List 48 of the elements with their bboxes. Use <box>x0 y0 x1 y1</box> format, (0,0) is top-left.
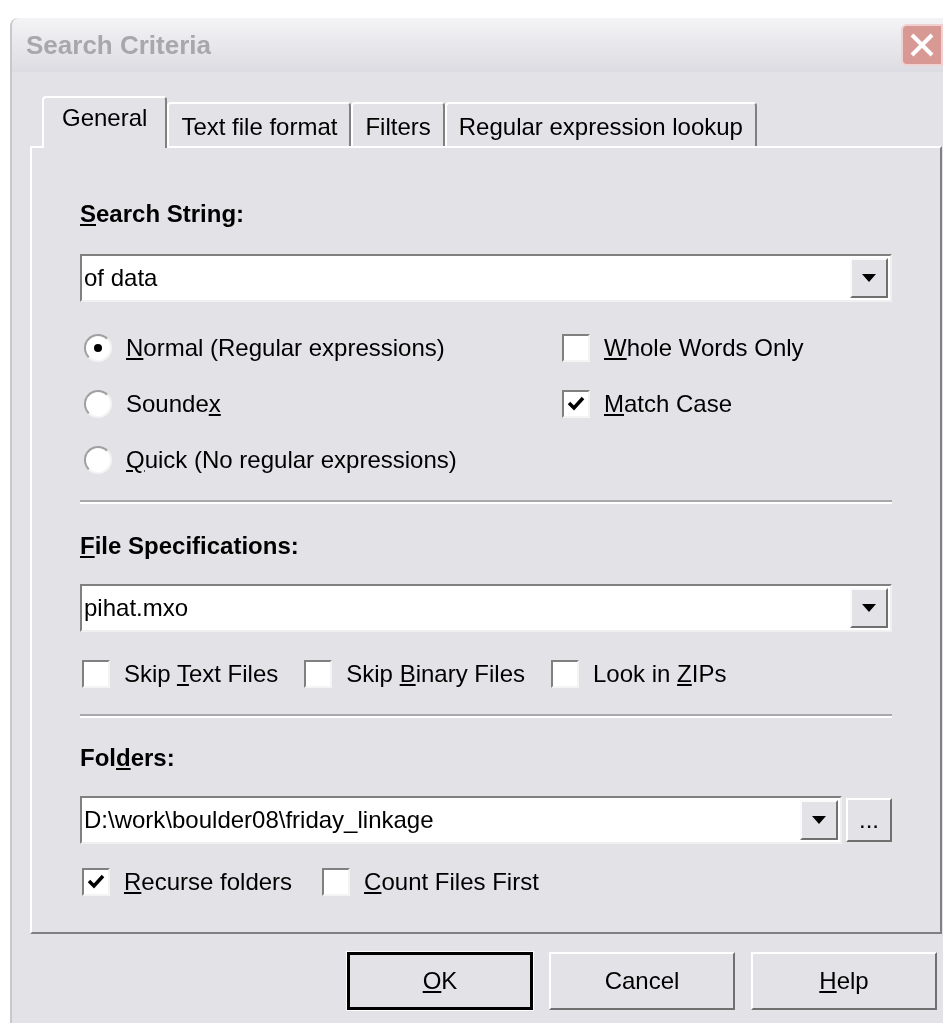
dropdown-button[interactable] <box>850 258 888 298</box>
window-title: Search Criteria <box>26 28 212 62</box>
dropdown-button[interactable] <box>800 800 838 840</box>
tab[interactable]: Regular expression lookup <box>444 102 757 146</box>
checkmark-icon <box>87 873 105 891</box>
radio-button[interactable] <box>84 334 112 362</box>
combo-value: D:\work\boulder08\friday_linkage <box>84 805 435 835</box>
tab[interactable]: Filters <box>351 102 445 146</box>
combo-value: of data <box>84 263 159 293</box>
combo-box[interactable]: of data <box>80 254 892 302</box>
caret-icon <box>812 816 826 824</box>
browse-button[interactable]: ... <box>846 798 892 842</box>
combo-box[interactable]: D:\work\boulder08\friday_linkage <box>80 796 842 844</box>
radio-label: Soundex <box>126 389 221 419</box>
dialog-button[interactable]: OK <box>347 952 533 1010</box>
caret-icon <box>862 604 876 612</box>
checkbox[interactable] <box>562 390 590 418</box>
checkbox[interactable] <box>82 868 110 896</box>
checkbox-label: Skip Text Files <box>124 659 279 689</box>
radio-button[interactable] <box>84 390 112 418</box>
tab[interactable]: Text file format <box>167 102 352 146</box>
checkbox-label: Recurse folders <box>124 867 293 897</box>
tab[interactable]: General <box>42 96 168 148</box>
section-label: Folders: <box>80 744 175 771</box>
checkbox[interactable] <box>304 660 333 688</box>
checkbox[interactable] <box>322 868 351 896</box>
section-label: File Specifications: <box>80 532 299 559</box>
caret-icon <box>862 274 876 282</box>
close-button[interactable] <box>901 24 943 66</box>
combo-box[interactable]: pihat.mxo <box>80 584 892 632</box>
dropdown-button[interactable] <box>850 588 888 628</box>
radio-label: Quick (No regular expressions) <box>126 445 457 475</box>
checkbox-label: Skip Binary Files <box>346 659 525 689</box>
dialog-button[interactable]: Help <box>751 952 937 1010</box>
checkbox[interactable] <box>562 334 590 362</box>
checkmark-icon <box>567 395 585 413</box>
checkbox-label: Look in ZIPs <box>593 659 727 689</box>
combo-value: pihat.mxo <box>84 593 190 623</box>
checkbox-label: Count Files First <box>364 867 539 897</box>
radio-label: Normal (Regular expressions) <box>126 333 445 363</box>
section-label: Search String: <box>80 200 245 227</box>
checkbox-label: Whole Words Only <box>604 333 804 363</box>
checkbox[interactable] <box>551 660 579 688</box>
checkbox[interactable] <box>82 660 110 688</box>
close-icon <box>909 32 935 58</box>
radio-button[interactable] <box>84 446 112 474</box>
checkbox-label: Match Case <box>604 389 733 419</box>
dialog-button[interactable]: Cancel <box>549 952 735 1010</box>
